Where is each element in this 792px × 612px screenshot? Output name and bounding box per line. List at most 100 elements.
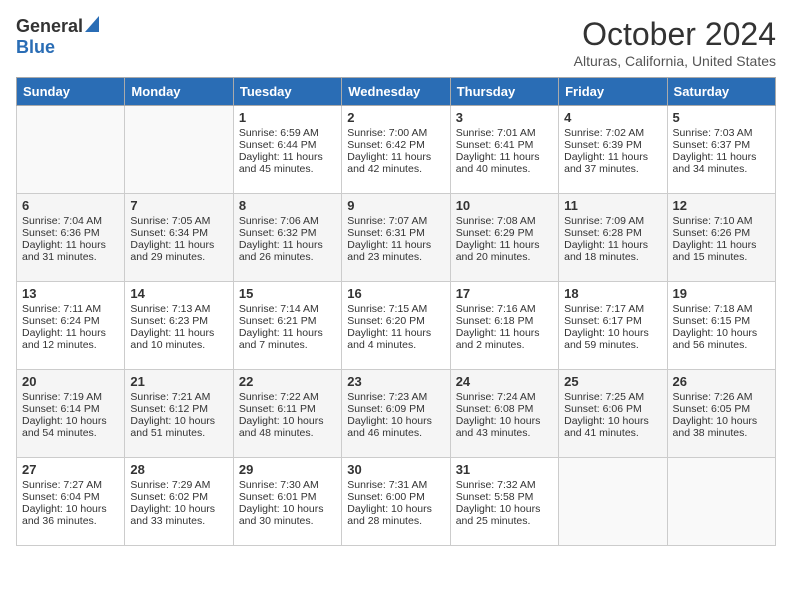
- calendar-cell: [667, 458, 775, 546]
- day-info: Sunrise: 6:59 AM: [239, 127, 336, 139]
- weekday-header-saturday: Saturday: [667, 78, 775, 106]
- day-number: 3: [456, 110, 553, 125]
- day-info: Sunrise: 7:24 AM: [456, 391, 553, 403]
- day-info: Sunset: 6:32 PM: [239, 227, 336, 239]
- day-number: 15: [239, 286, 336, 301]
- month-title: October 2024: [574, 16, 776, 53]
- day-info: Daylight: 10 hours and 36 minutes.: [22, 503, 119, 527]
- day-number: 5: [673, 110, 770, 125]
- day-info: Sunrise: 7:07 AM: [347, 215, 444, 227]
- day-number: 9: [347, 198, 444, 213]
- day-info: Daylight: 11 hours and 37 minutes.: [564, 151, 661, 175]
- day-info: Sunset: 6:05 PM: [673, 403, 770, 415]
- day-info: Daylight: 11 hours and 15 minutes.: [673, 239, 770, 263]
- day-info: Sunset: 6:31 PM: [347, 227, 444, 239]
- day-number: 11: [564, 198, 661, 213]
- calendar-week-row: 27Sunrise: 7:27 AMSunset: 6:04 PMDayligh…: [17, 458, 776, 546]
- day-info: Sunrise: 7:06 AM: [239, 215, 336, 227]
- calendar-cell: 3 Sunrise: 7:01 AMSunset: 6:41 PMDaylight…: [450, 106, 558, 194]
- page-header: General Blue October 2024 Alturas, Calif…: [16, 16, 776, 69]
- day-info: Daylight: 11 hours and 42 minutes.: [347, 151, 444, 175]
- day-info: Sunset: 6:20 PM: [347, 315, 444, 327]
- day-info: Sunset: 6:04 PM: [22, 491, 119, 503]
- day-info: Sunrise: 7:21 AM: [130, 391, 227, 403]
- calendar-cell: 26Sunrise: 7:26 AMSunset: 6:05 PMDayligh…: [667, 370, 775, 458]
- day-info: Sunset: 6:02 PM: [130, 491, 227, 503]
- day-info: Daylight: 10 hours and 33 minutes.: [130, 503, 227, 527]
- calendar-week-row: 6Sunrise: 7:04 AMSunset: 6:36 PMDaylight…: [17, 194, 776, 282]
- calendar-cell: 9Sunrise: 7:07 AMSunset: 6:31 PMDaylight…: [342, 194, 450, 282]
- day-info: Daylight: 10 hours and 41 minutes.: [564, 415, 661, 439]
- weekday-header-row: SundayMondayTuesdayWednesdayThursdayFrid…: [17, 78, 776, 106]
- day-info: Sunset: 6:37 PM: [673, 139, 770, 151]
- day-info: Sunrise: 7:19 AM: [22, 391, 119, 403]
- day-info: Sunset: 6:09 PM: [347, 403, 444, 415]
- day-number: 18: [564, 286, 661, 301]
- day-number: 13: [22, 286, 119, 301]
- day-info: Sunrise: 7:27 AM: [22, 479, 119, 491]
- calendar-cell: 17Sunrise: 7:16 AMSunset: 6:18 PMDayligh…: [450, 282, 558, 370]
- day-info: Sunset: 5:58 PM: [456, 491, 553, 503]
- day-info: Daylight: 10 hours and 48 minutes.: [239, 415, 336, 439]
- day-info: Sunrise: 7:02 AM: [564, 127, 661, 139]
- day-number: 19: [673, 286, 770, 301]
- weekday-header-sunday: Sunday: [17, 78, 125, 106]
- day-info: Sunrise: 7:03 AM: [673, 127, 770, 139]
- calendar-cell: 16Sunrise: 7:15 AMSunset: 6:20 PMDayligh…: [342, 282, 450, 370]
- day-info: Daylight: 11 hours and 34 minutes.: [673, 151, 770, 175]
- day-info: Daylight: 11 hours and 26 minutes.: [239, 239, 336, 263]
- day-info: Sunrise: 7:26 AM: [673, 391, 770, 403]
- day-info: Sunset: 6:14 PM: [22, 403, 119, 415]
- day-number: 31: [456, 462, 553, 477]
- day-info: Sunrise: 7:05 AM: [130, 215, 227, 227]
- day-info: Sunset: 6:15 PM: [673, 315, 770, 327]
- day-number: 16: [347, 286, 444, 301]
- weekday-header-friday: Friday: [559, 78, 667, 106]
- calendar-cell: 21Sunrise: 7:21 AMSunset: 6:12 PMDayligh…: [125, 370, 233, 458]
- day-number: 1: [239, 110, 336, 125]
- day-info: Daylight: 11 hours and 4 minutes.: [347, 327, 444, 351]
- calendar-cell: 11Sunrise: 7:09 AMSunset: 6:28 PMDayligh…: [559, 194, 667, 282]
- calendar-cell: 31Sunrise: 7:32 AMSunset: 5:58 PMDayligh…: [450, 458, 558, 546]
- day-info: Daylight: 11 hours and 7 minutes.: [239, 327, 336, 351]
- day-info: Sunrise: 7:17 AM: [564, 303, 661, 315]
- day-info: Sunrise: 7:32 AM: [456, 479, 553, 491]
- day-info: Sunset: 6:42 PM: [347, 139, 444, 151]
- day-info: Sunset: 6:24 PM: [22, 315, 119, 327]
- day-info: Daylight: 10 hours and 56 minutes.: [673, 327, 770, 351]
- calendar-cell: 4Sunrise: 7:02 AMSunset: 6:39 PMDaylight…: [559, 106, 667, 194]
- day-info: Daylight: 10 hours and 51 minutes.: [130, 415, 227, 439]
- calendar-cell: 19Sunrise: 7:18 AMSunset: 6:15 PMDayligh…: [667, 282, 775, 370]
- day-info: Sunrise: 7:16 AM: [456, 303, 553, 315]
- weekday-header-tuesday: Tuesday: [233, 78, 341, 106]
- logo-triangle-icon: [85, 16, 99, 32]
- day-info: Sunset: 6:28 PM: [564, 227, 661, 239]
- day-number: 2: [347, 110, 444, 125]
- day-info: Sunrise: 7:01 AM: [456, 127, 553, 139]
- day-info: Sunrise: 7:13 AM: [130, 303, 227, 315]
- day-info: Sunrise: 7:14 AM: [239, 303, 336, 315]
- calendar-cell: [125, 106, 233, 194]
- day-info: Daylight: 11 hours and 40 minutes.: [456, 151, 553, 175]
- calendar-cell: 7Sunrise: 7:05 AMSunset: 6:34 PMDaylight…: [125, 194, 233, 282]
- day-info: Sunrise: 7:08 AM: [456, 215, 553, 227]
- calendar-cell: 24Sunrise: 7:24 AMSunset: 6:08 PMDayligh…: [450, 370, 558, 458]
- calendar-cell: 13Sunrise: 7:11 AMSunset: 6:24 PMDayligh…: [17, 282, 125, 370]
- day-number: 12: [673, 198, 770, 213]
- calendar-cell: 20Sunrise: 7:19 AMSunset: 6:14 PMDayligh…: [17, 370, 125, 458]
- day-info: Sunset: 6:23 PM: [130, 315, 227, 327]
- day-number: 25: [564, 374, 661, 389]
- day-info: Daylight: 11 hours and 20 minutes.: [456, 239, 553, 263]
- day-info: Sunset: 6:41 PM: [456, 139, 553, 151]
- day-info: Sunrise: 7:22 AM: [239, 391, 336, 403]
- calendar-cell: 12Sunrise: 7:10 AMSunset: 6:26 PMDayligh…: [667, 194, 775, 282]
- day-info: Sunset: 6:17 PM: [564, 315, 661, 327]
- location-text: Alturas, California, United States: [574, 53, 776, 69]
- day-info: Sunset: 6:08 PM: [456, 403, 553, 415]
- day-info: Daylight: 11 hours and 12 minutes.: [22, 327, 119, 351]
- day-info: Sunset: 6:34 PM: [130, 227, 227, 239]
- day-info: Daylight: 10 hours and 46 minutes.: [347, 415, 444, 439]
- calendar-cell: 15Sunrise: 7:14 AMSunset: 6:21 PMDayligh…: [233, 282, 341, 370]
- day-info: Sunset: 6:06 PM: [564, 403, 661, 415]
- weekday-header-wednesday: Wednesday: [342, 78, 450, 106]
